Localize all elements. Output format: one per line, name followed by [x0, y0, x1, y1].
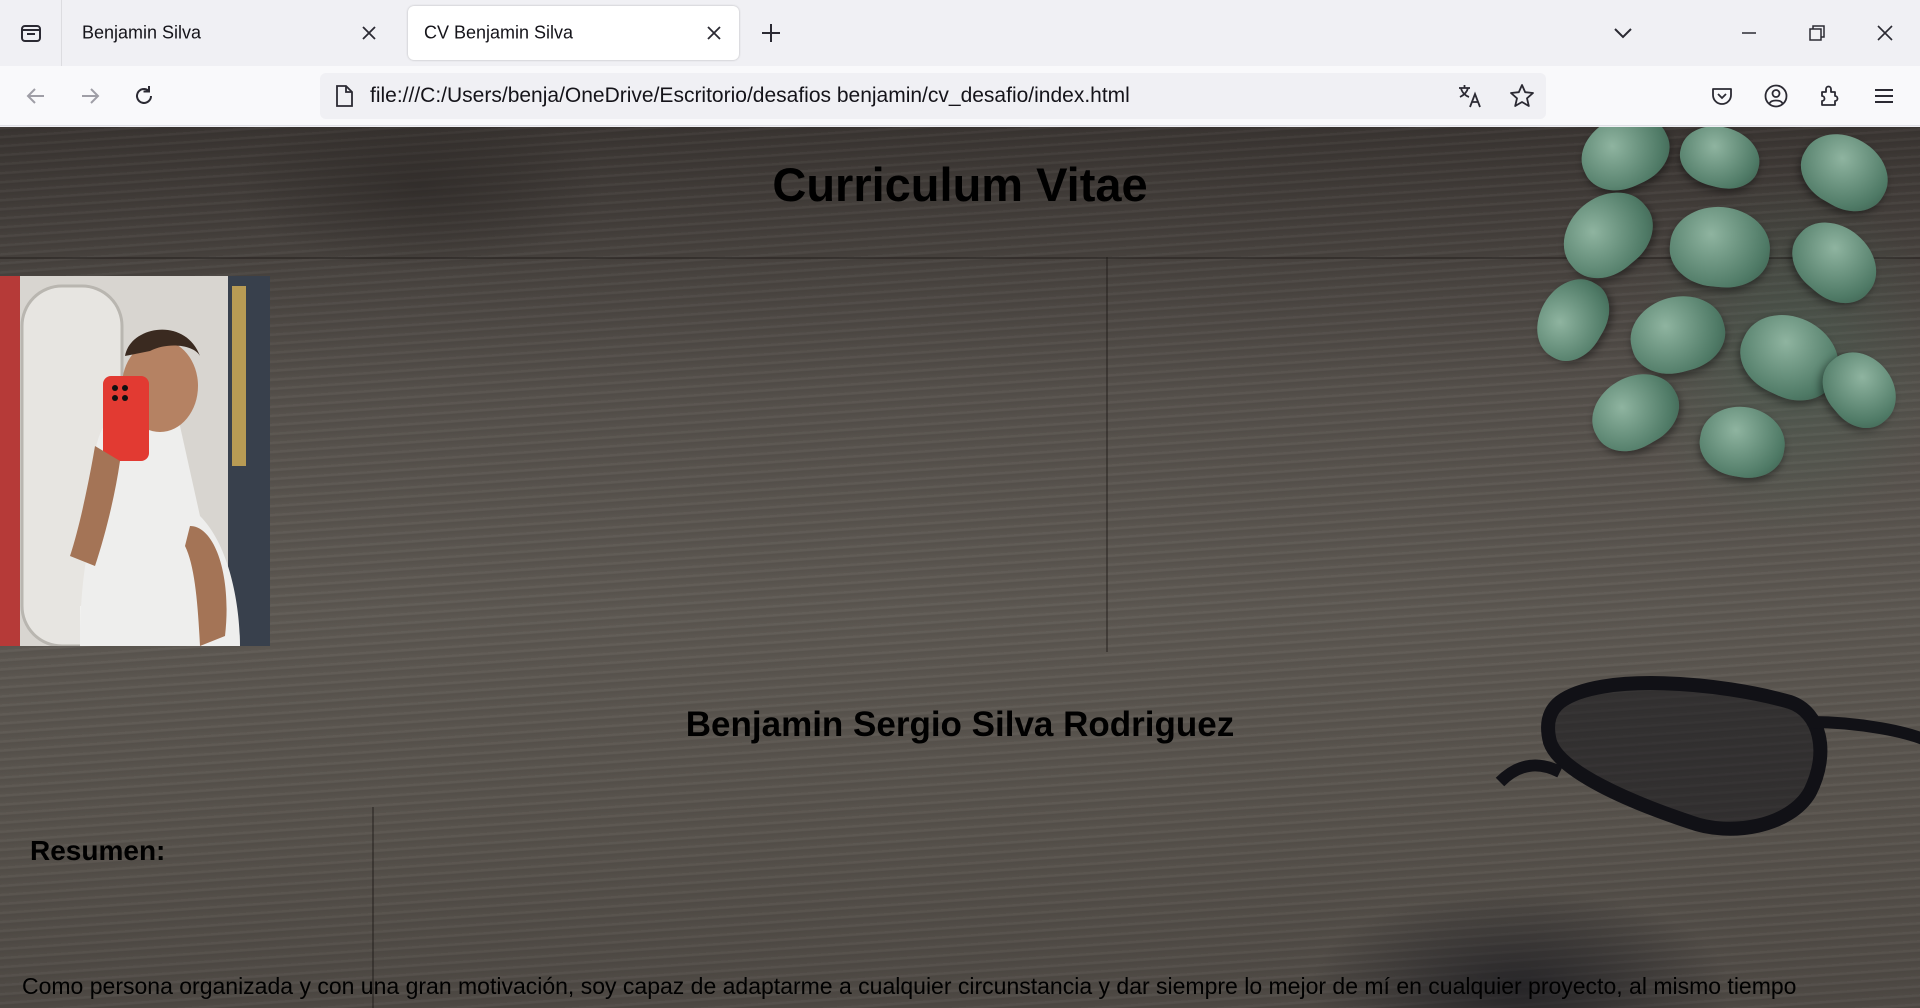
- glasses-decoration: [1490, 662, 1920, 862]
- pocket-icon: [1710, 84, 1734, 108]
- account-button[interactable]: [1756, 76, 1796, 116]
- menu-button[interactable]: [1864, 76, 1904, 116]
- list-all-tabs-button[interactable]: [1600, 10, 1646, 56]
- close-icon[interactable]: [358, 22, 380, 44]
- minimize-icon: [1740, 24, 1758, 42]
- close-icon: [1876, 24, 1894, 42]
- close-icon[interactable]: [703, 22, 725, 44]
- back-arrow-icon: [24, 84, 48, 108]
- file-icon: [330, 82, 358, 110]
- translate-icon[interactable]: [1454, 80, 1486, 112]
- page-viewport[interactable]: Curriculum Vitae Benjamin Sergio Silva R…: [0, 127, 1920, 1008]
- tab-list-button[interactable]: [0, 0, 62, 66]
- back-button[interactable]: [16, 76, 56, 116]
- tab-benjamin-silva[interactable]: Benjamin Silva: [66, 6, 394, 60]
- tab-strip: Benjamin Silva CV Benjamin Silva: [0, 0, 1920, 66]
- forward-button[interactable]: [70, 76, 110, 116]
- tab-title: CV Benjamin Silva: [424, 22, 574, 43]
- restore-button[interactable]: [1794, 10, 1840, 56]
- summary-heading: Resumen:: [30, 835, 166, 866]
- page-title: Curriculum Vitae: [772, 158, 1148, 211]
- star-icon[interactable]: [1506, 80, 1538, 112]
- new-tab-button[interactable]: [754, 16, 788, 50]
- forward-arrow-icon: [78, 84, 102, 108]
- pocket-button[interactable]: [1702, 76, 1742, 116]
- hamburger-menu-icon: [1872, 84, 1896, 108]
- tab-cv-benjamin-silva[interactable]: CV Benjamin Silva: [408, 6, 739, 60]
- plus-icon: [760, 22, 782, 44]
- navigation-toolbar: file:///C:/Users/benja/OneDrive/Escritor…: [0, 66, 1920, 126]
- tab-list-icon: [18, 20, 44, 46]
- account-icon: [1763, 83, 1789, 109]
- wood-seam: [1106, 257, 1108, 652]
- address-bar[interactable]: file:///C:/Users/benja/OneDrive/Escritor…: [320, 73, 1546, 119]
- reload-icon: [132, 84, 156, 108]
- puzzle-icon: [1817, 83, 1843, 109]
- summary-text: Como persona organizada y con una gran m…: [22, 973, 1797, 999]
- restore-icon: [1808, 24, 1826, 42]
- minimize-button[interactable]: [1726, 10, 1772, 56]
- chevron-down-icon: [1612, 22, 1634, 44]
- profile-photo: [0, 276, 270, 646]
- full-name: Benjamin Sergio Silva Rodriguez: [685, 705, 1235, 744]
- tab-title: Benjamin Silva: [82, 22, 202, 43]
- extensions-button[interactable]: [1810, 76, 1850, 116]
- window-close-button[interactable]: [1862, 10, 1908, 56]
- reload-button[interactable]: [124, 76, 164, 116]
- url-text[interactable]: file:///C:/Users/benja/OneDrive/Escritor…: [370, 84, 1130, 108]
